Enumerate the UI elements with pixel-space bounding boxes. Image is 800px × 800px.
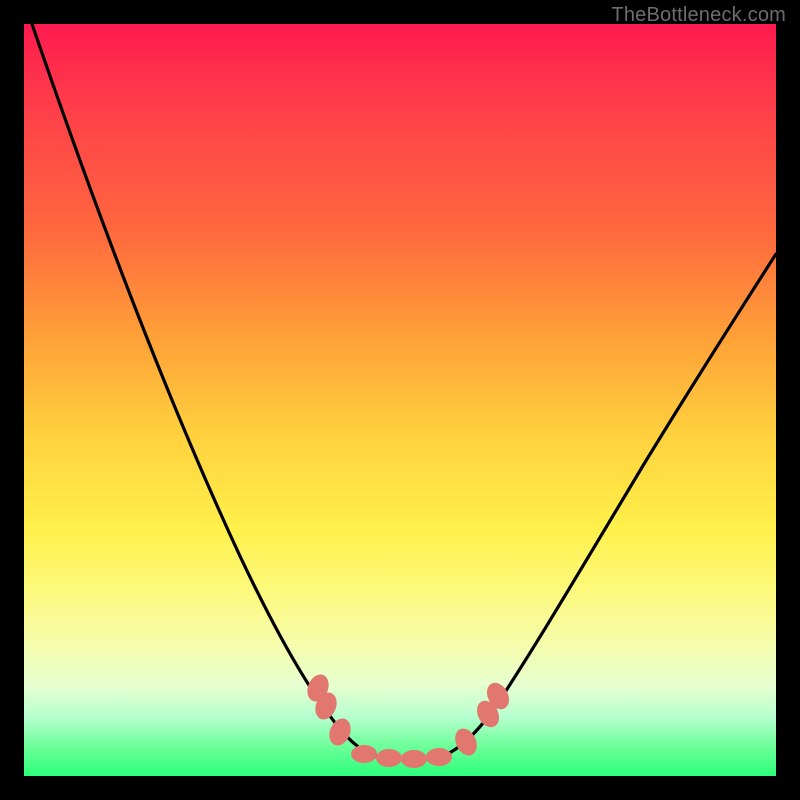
- curve-layer: [24, 24, 776, 776]
- marker-dot: [426, 748, 452, 766]
- marker-group: [303, 671, 513, 768]
- watermark-text: TheBottleneck.com: [611, 4, 786, 27]
- curve-line: [32, 24, 776, 759]
- chart-frame: TheBottleneck.com: [0, 0, 800, 800]
- marker-dot: [376, 749, 402, 767]
- plot-area: [24, 24, 776, 776]
- marker-dot: [351, 745, 377, 763]
- marker-dot: [401, 750, 427, 768]
- marker-dot: [325, 715, 354, 748]
